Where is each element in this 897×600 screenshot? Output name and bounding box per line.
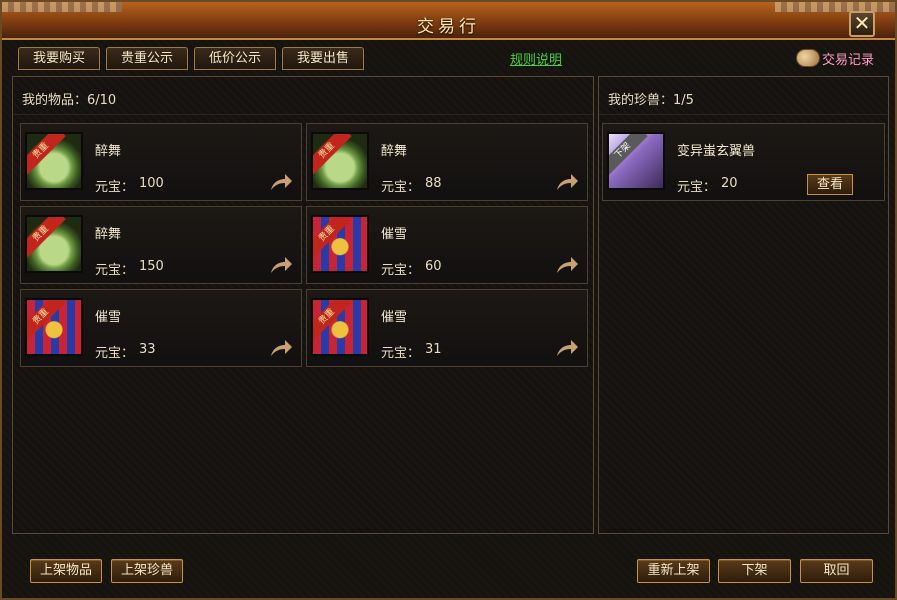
item-card[interactable]: 贵重 催雪 元宝： 33 [20, 289, 302, 367]
item-card[interactable]: 贵重 催雪 元宝： 60 [306, 206, 588, 284]
item-price: 31 [425, 342, 442, 357]
rules-link[interactable]: 规则说明 [510, 49, 562, 68]
valuable-badge: 贵重 [27, 300, 66, 342]
valuable-badge: 贵重 [313, 300, 352, 342]
list-pet-button[interactable]: 上架珍兽 [111, 559, 183, 583]
item-card[interactable]: 贵重 催雪 元宝： 31 [306, 289, 588, 367]
tab-valuable-notice[interactable]: 贵重公示 [106, 47, 188, 70]
jade-pendant-icon: 贵重 [25, 215, 83, 273]
item-name: 醉舞 [95, 227, 122, 242]
pets-panel-header: 我的珍兽：1/5 [599, 77, 888, 115]
item-price: 60 [425, 259, 442, 274]
share-arrow-icon[interactable] [269, 338, 293, 358]
snow-armor-icon: 贵重 [25, 298, 83, 356]
item-name: 催雪 [381, 310, 408, 325]
winged-beast-icon: 下架 [607, 132, 665, 190]
tab-low-price-notice[interactable]: 低价公示 [194, 47, 276, 70]
valuable-badge: 贵重 [313, 134, 352, 176]
trade-record-button[interactable]: 交易记录 [796, 47, 874, 69]
valuable-badge: 贵重 [27, 134, 66, 176]
item-card[interactable]: 贵重 醉舞 元宝： 150 [20, 206, 302, 284]
title-bar: 交易行 ✕ [2, 2, 895, 40]
price-label: 元宝： [381, 263, 421, 278]
valuable-badge: 贵重 [27, 217, 66, 259]
item-price: 33 [139, 342, 156, 357]
close-button[interactable]: ✕ [849, 11, 875, 37]
item-price: 150 [139, 259, 164, 274]
my-items-panel: 我的物品：6/10 贵重 醉舞 元宝： 100 贵重 醉舞 元宝： 88 贵重 … [12, 76, 594, 534]
item-card[interactable]: 贵重 醉舞 元宝： 88 [306, 123, 588, 201]
view-pet-button[interactable]: 查看 [807, 174, 853, 195]
pet-name: 变异蚩玄翼兽 [677, 144, 756, 159]
pet-card[interactable]: 下架 变异蚩玄翼兽 元宝： 20 查看 [602, 123, 885, 201]
item-name: 醉舞 [381, 144, 408, 159]
valuable-badge: 贵重 [313, 217, 352, 259]
retrieve-button[interactable]: 取回 [800, 559, 873, 583]
price-label: 元宝： [95, 180, 135, 195]
title-decoration-right [775, 2, 895, 12]
pets-count-label: 我的珍兽：1/5 [608, 93, 694, 108]
price-label: 元宝： [95, 346, 135, 361]
snow-armor-icon: 贵重 [311, 215, 369, 273]
item-name: 醉舞 [95, 144, 122, 159]
price-label: 元宝： [677, 180, 717, 195]
trade-window: 交易行 ✕ 我要购买 贵重公示 低价公示 我要出售 规则说明 交易记录 我的物品… [0, 0, 897, 600]
pet-price: 20 [721, 176, 738, 191]
trade-record-label: 交易记录 [822, 52, 875, 68]
jade-pendant-icon: 贵重 [311, 132, 369, 190]
item-name: 催雪 [95, 310, 122, 325]
share-arrow-icon[interactable] [269, 255, 293, 275]
items-panel-header: 我的物品：6/10 [13, 77, 593, 115]
price-label: 元宝： [95, 263, 135, 278]
jade-pendant-icon: 贵重 [25, 132, 83, 190]
item-price: 88 [425, 176, 442, 191]
tab-sell[interactable]: 我要出售 [282, 47, 364, 70]
items-count-label: 我的物品：6/10 [22, 93, 117, 108]
title-decoration-left [2, 2, 122, 12]
delisted-badge: 下架 [609, 134, 648, 176]
share-arrow-icon[interactable] [555, 338, 579, 358]
window-title: 交易行 [417, 17, 480, 37]
share-arrow-icon[interactable] [555, 172, 579, 192]
item-name: 催雪 [381, 227, 408, 242]
price-label: 元宝： [381, 346, 421, 361]
snow-armor-icon: 贵重 [311, 298, 369, 356]
share-arrow-icon[interactable] [555, 255, 579, 275]
delist-button[interactable]: 下架 [718, 559, 791, 583]
tab-buy[interactable]: 我要购买 [18, 47, 100, 70]
item-card[interactable]: 贵重 醉舞 元宝： 100 [20, 123, 302, 201]
share-arrow-icon[interactable] [269, 172, 293, 192]
price-label: 元宝： [381, 180, 421, 195]
list-item-button[interactable]: 上架物品 [30, 559, 102, 583]
scroll-icon [796, 49, 820, 67]
item-price: 100 [139, 176, 164, 191]
my-pets-panel: 我的珍兽：1/5 下架 变异蚩玄翼兽 元宝： 20 查看 [598, 76, 889, 534]
relist-button[interactable]: 重新上架 [637, 559, 710, 583]
